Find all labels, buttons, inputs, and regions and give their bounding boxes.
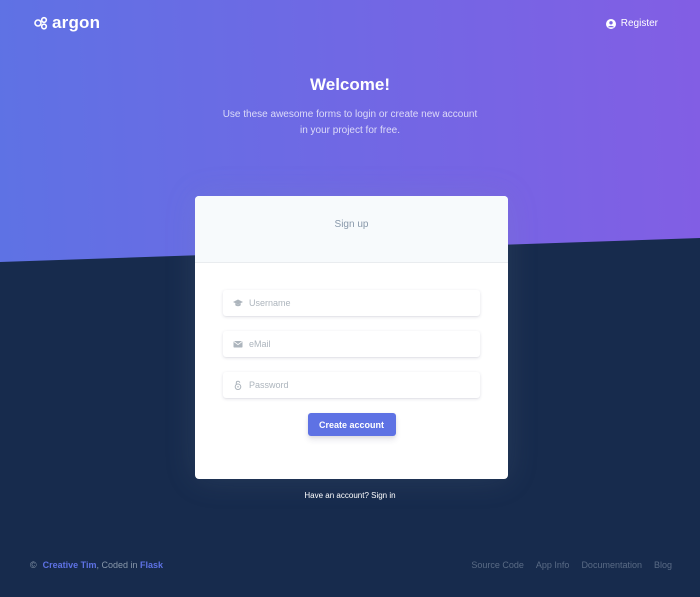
create-account-button[interactable]: Create account [307, 413, 396, 436]
page-subtitle: Use these awesome forms to login or crea… [222, 109, 478, 136]
footer-links: Source Code App Info Documentation Blog [471, 560, 672, 570]
signin-prompt: Have an account? Sign in [0, 491, 700, 500]
footer-link-source-code[interactable]: Source Code [471, 560, 524, 570]
card-title: Sign up [334, 219, 369, 230]
argon-logo-icon [34, 16, 48, 30]
author-link[interactable]: Creative Tim [43, 560, 97, 570]
email-input[interactable] [249, 339, 480, 349]
password-input-group [223, 372, 480, 398]
email-input-group [223, 331, 480, 357]
footer-link-documentation[interactable]: Documentation [581, 560, 642, 570]
username-input-group [223, 290, 480, 316]
coded-in-text: , Coded in [96, 560, 141, 570]
brand-name: argon [52, 13, 101, 32]
lock-icon [227, 380, 249, 390]
signup-card: Sign up Username eMail Create account [195, 196, 508, 479]
signin-link[interactable]: Have an account? Sign in [304, 491, 395, 500]
page-title: Welcome! [310, 75, 390, 94]
navbar: argon Register [0, 0, 700, 50]
username-input[interactable] [249, 298, 480, 308]
footer-link-blog[interactable]: Blog [654, 560, 672, 570]
welcome-section: Welcome! Use these awesome forms to logi… [0, 75, 700, 139]
brand-link[interactable]: argon [34, 13, 100, 33]
register-label: Register [620, 18, 658, 29]
footer-copyright: © Creative Tim, Coded in Flask [30, 560, 163, 570]
register-nav-link[interactable]: Register [605, 18, 658, 29]
password-input[interactable] [249, 380, 480, 390]
copyright-symbol: © [30, 560, 37, 570]
graduation-cap-icon [227, 298, 249, 308]
footer-link-app-info[interactable]: App Info [536, 560, 570, 570]
user-circle-icon [605, 18, 616, 29]
card-header: Sign up [195, 196, 508, 263]
framework-link[interactable]: Flask [140, 560, 163, 570]
envelope-icon [227, 339, 249, 349]
footer: © Creative Tim, Coded in Flask Source Cod… [0, 560, 700, 574]
card-body: Create account [195, 263, 508, 436]
